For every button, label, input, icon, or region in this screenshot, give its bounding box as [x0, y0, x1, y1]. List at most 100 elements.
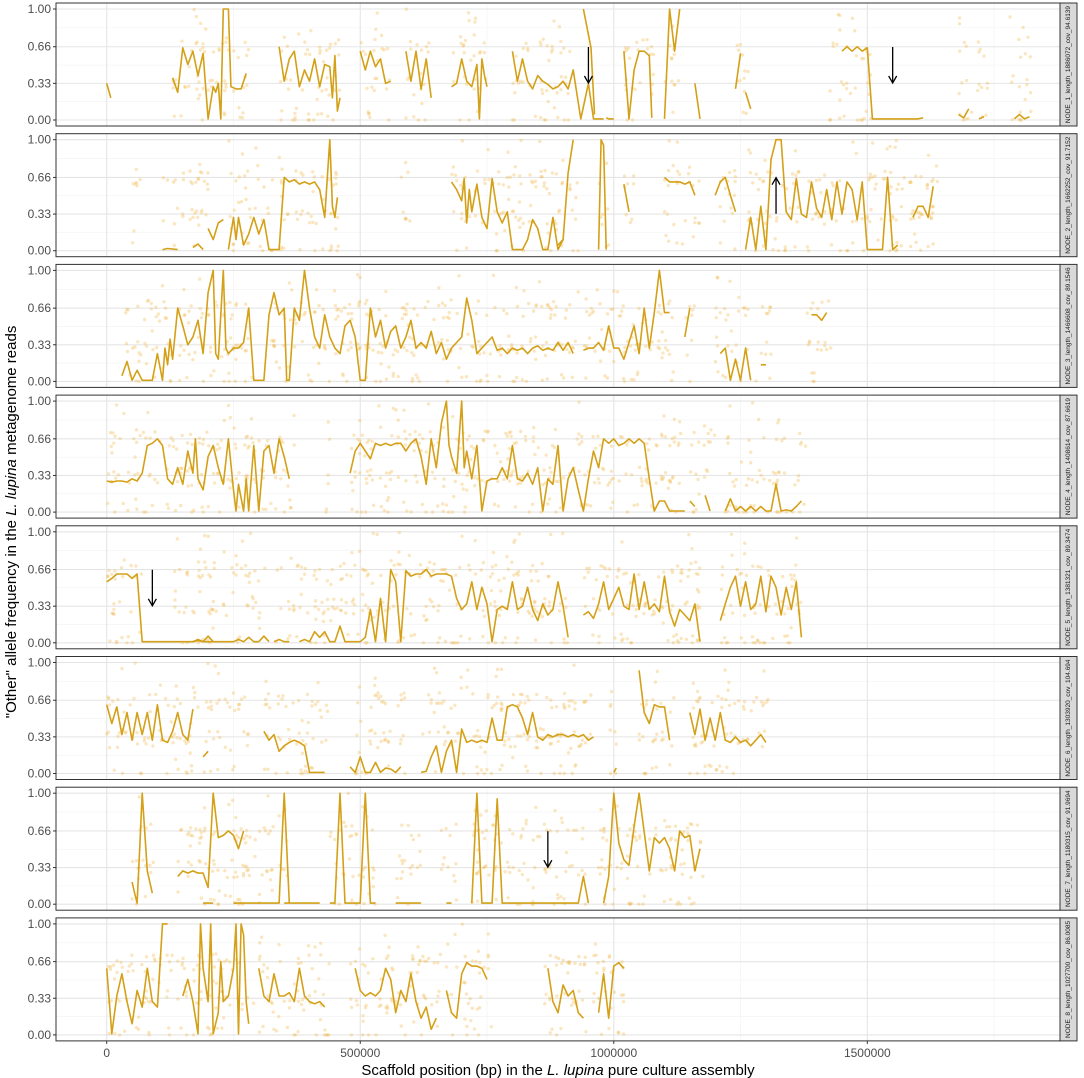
data-point — [599, 865, 604, 870]
data-point — [429, 697, 434, 702]
data-point — [463, 1017, 467, 1021]
data-point — [732, 193, 737, 198]
data-point — [733, 701, 737, 706]
data-point — [125, 349, 130, 354]
data-point — [596, 434, 600, 439]
data-point — [413, 429, 417, 434]
data-point — [485, 313, 489, 317]
data-point — [106, 574, 110, 578]
data-point — [607, 1026, 611, 1031]
data-point — [234, 870, 238, 874]
data-point — [233, 379, 238, 384]
y-tick-label: 0.66 — [28, 693, 52, 707]
data-point — [969, 110, 974, 114]
data-point — [561, 476, 566, 480]
data-point — [185, 573, 190, 577]
data-point — [234, 554, 238, 558]
data-point — [609, 506, 613, 510]
data-point — [409, 872, 413, 876]
data-point — [683, 602, 687, 606]
data-point — [723, 186, 728, 191]
data-point — [204, 700, 209, 704]
data-point — [512, 173, 516, 177]
panel-4: NODE_4_length_1408614_cov_87.66190.000.3… — [28, 394, 1078, 519]
data-point — [242, 730, 246, 734]
data-point — [931, 177, 935, 182]
data-point — [165, 771, 169, 776]
data-point — [979, 85, 984, 90]
data-point — [577, 469, 581, 474]
data-point — [154, 314, 158, 319]
data-point — [914, 174, 918, 178]
data-point — [188, 844, 192, 848]
data-point — [223, 88, 227, 93]
data-point — [277, 1014, 281, 1019]
data-point — [302, 1008, 306, 1012]
data-point — [515, 351, 519, 355]
data-point — [647, 837, 652, 841]
y-tick-label: 0.00 — [28, 113, 52, 127]
y-tick-label: 0.00 — [28, 897, 52, 911]
data-point — [522, 861, 526, 866]
data-point — [329, 211, 333, 216]
data-point — [558, 506, 563, 510]
data-point — [194, 180, 198, 184]
facet-strip-label: NODE_1_length_1886072_cov_94.6139 — [1065, 6, 1072, 123]
data-point — [598, 302, 602, 306]
x-tick-label: 500000 — [340, 1046, 380, 1060]
data-point — [181, 956, 185, 961]
data-point — [191, 685, 196, 690]
data-point — [523, 701, 527, 705]
data-point — [122, 710, 126, 714]
data-point — [672, 222, 676, 227]
data-point — [727, 170, 732, 175]
data-point — [451, 415, 455, 419]
data-point — [241, 871, 246, 876]
data-point — [451, 468, 455, 472]
data-point — [136, 340, 140, 344]
data-point — [253, 206, 257, 211]
data-point — [706, 439, 711, 444]
y-tick-label: 0.33 — [28, 76, 52, 90]
data-point — [828, 89, 832, 93]
data-point — [912, 232, 917, 236]
data-point — [396, 640, 400, 645]
data-point — [409, 634, 413, 638]
data-point — [483, 429, 487, 433]
data-point — [691, 735, 695, 740]
data-point — [178, 701, 182, 706]
data-point — [729, 603, 733, 607]
data-point — [446, 510, 451, 514]
data-point — [128, 703, 132, 707]
data-point — [196, 705, 200, 709]
data-point — [441, 568, 446, 572]
data-point — [272, 344, 277, 349]
data-point — [714, 306, 718, 310]
data-point — [256, 579, 261, 583]
data-point — [522, 732, 526, 736]
data-point — [379, 362, 383, 366]
data-point — [173, 589, 178, 593]
data-point — [237, 505, 241, 509]
data-point — [173, 569, 177, 574]
data-point — [335, 249, 339, 253]
data-point — [313, 945, 317, 949]
series-line — [162, 247, 178, 251]
data-point — [526, 878, 530, 882]
data-point — [502, 743, 507, 747]
data-point — [350, 550, 354, 555]
data-point — [256, 177, 260, 181]
data-point — [354, 833, 359, 837]
data-point — [407, 335, 412, 339]
data-point — [517, 200, 522, 204]
data-point — [930, 204, 935, 209]
data-point — [909, 217, 913, 221]
data-point — [346, 791, 350, 796]
data-point — [413, 474, 418, 478]
data-point — [577, 432, 581, 436]
data-point — [605, 312, 610, 316]
data-point — [712, 744, 716, 748]
data-point — [217, 510, 222, 514]
data-point — [396, 435, 400, 439]
data-point — [334, 176, 338, 180]
